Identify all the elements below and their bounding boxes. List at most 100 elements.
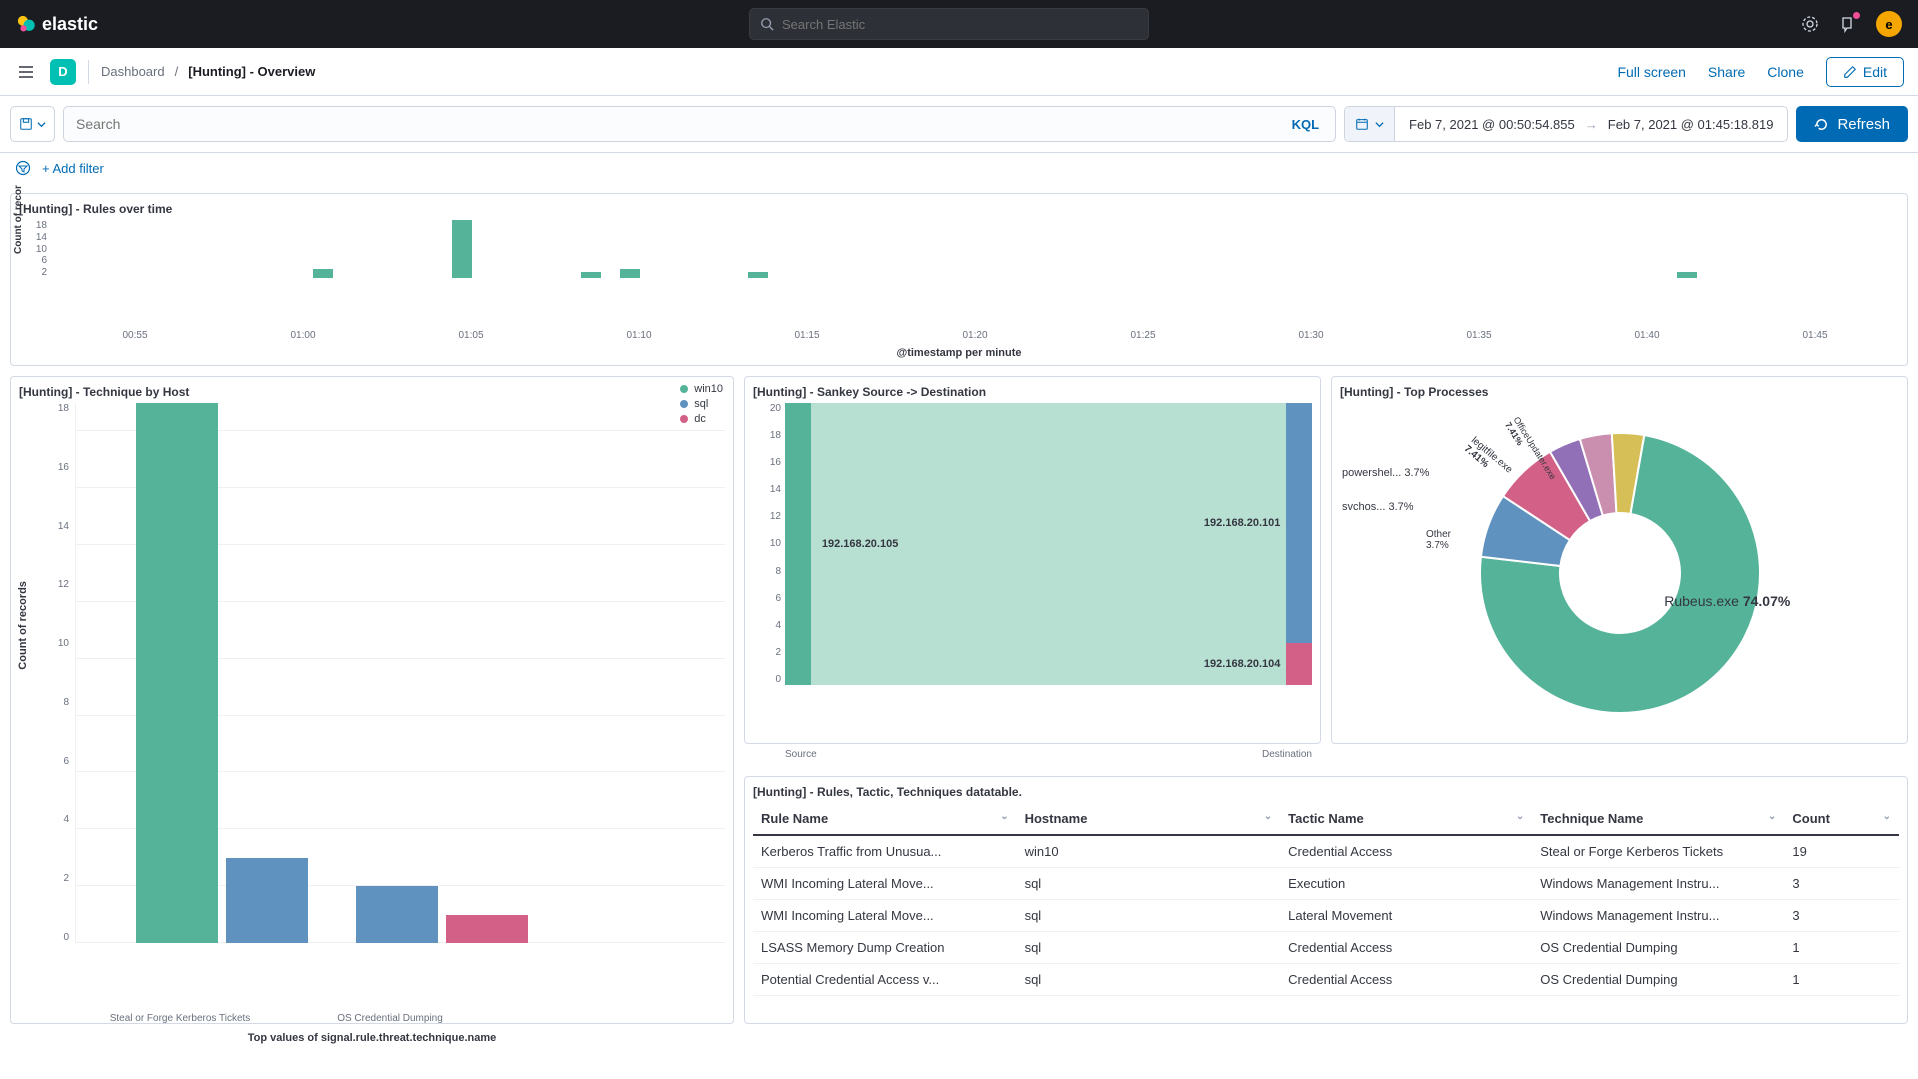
saved-query-menu[interactable] — [10, 106, 55, 142]
date-range-display[interactable]: Feb 7, 2021 @ 00:50:54.855 → Feb 7, 2021… — [1395, 117, 1787, 132]
filter-bar: + Add filter — [0, 153, 1918, 187]
table-row[interactable]: Potential Credential Access v...sqlCrede… — [753, 963, 1899, 995]
sankey-dest-label: 192.168.20.101 — [1204, 517, 1280, 529]
table-cell: Potential Credential Access v... — [753, 963, 1017, 995]
date-quick-menu[interactable] — [1345, 107, 1395, 141]
sankey-dest-label: 192.168.20.104 — [1204, 658, 1280, 670]
chart-bar — [1677, 272, 1697, 278]
panel-title: [Hunting] - Sankey Source -> Destination — [753, 385, 1312, 399]
panel-sankey: [Hunting] - Sankey Source -> Destination… — [744, 376, 1321, 744]
table-header[interactable]: Tactic Name⌄ — [1280, 803, 1532, 835]
table-header[interactable]: Count⌄ — [1784, 803, 1899, 835]
edit-button[interactable]: Edit — [1826, 57, 1904, 87]
table-cell: OS Credential Dumping — [1532, 963, 1784, 995]
x-axis-title: @timestamp per minute — [19, 347, 1899, 359]
search-icon — [760, 17, 774, 31]
legend-item[interactable]: win10 — [680, 383, 723, 395]
refresh-button[interactable]: Refresh — [1796, 106, 1908, 142]
share-button[interactable]: Share — [1708, 64, 1745, 80]
table-cell: LSASS Memory Dump Creation — [753, 931, 1017, 963]
chart-bar — [748, 272, 768, 278]
table-row[interactable]: WMI Incoming Lateral Move...sqlExecution… — [753, 867, 1899, 899]
global-header: elastic e — [0, 0, 1918, 48]
date-to: Feb 7, 2021 @ 01:45:18.819 — [1608, 117, 1774, 132]
edit-label: Edit — [1863, 64, 1887, 80]
panel-title: [Hunting] - Rules over time — [19, 202, 1899, 216]
top-processes-chart: Rubeus.exe 74.07%powershel... 3.7%svchos… — [1340, 403, 1899, 743]
space-selector[interactable]: D — [50, 59, 76, 85]
nav-toggle-icon[interactable] — [14, 60, 38, 84]
table-row[interactable]: Kerberos Traffic from Unusua...win10Cred… — [753, 835, 1899, 868]
full-screen-button[interactable]: Full screen — [1617, 64, 1685, 80]
date-picker[interactable]: Feb 7, 2021 @ 00:50:54.855 → Feb 7, 2021… — [1344, 106, 1788, 142]
newsfeed-icon[interactable] — [1838, 14, 1858, 34]
table-cell: WMI Incoming Lateral Move... — [753, 899, 1017, 931]
sankey-source-label: Source — [785, 749, 817, 760]
refresh-icon — [1814, 117, 1829, 132]
table-row[interactable]: LSASS Memory Dump CreationsqlCredential … — [753, 931, 1899, 963]
breadcrumb-root[interactable]: Dashboard — [101, 64, 165, 79]
table-header[interactable]: Rule Name⌄ — [753, 803, 1017, 835]
panel-title: [Hunting] - Rules, Tactic, Techniques da… — [753, 785, 1899, 799]
filter-options-icon[interactable] — [14, 159, 32, 177]
table-cell: Lateral Movement — [1280, 899, 1532, 931]
table-cell: Kerberos Traffic from Unusua... — [753, 835, 1017, 868]
panel-title: [Hunting] - Top Processes — [1340, 385, 1899, 399]
table-cell: WMI Incoming Lateral Move... — [753, 867, 1017, 899]
table-cell: Execution — [1280, 867, 1532, 899]
panel-top-processes: [Hunting] - Top Processes Rubeus.exe 74.… — [1331, 376, 1908, 744]
disk-icon — [19, 117, 33, 131]
chart-bar — [446, 915, 528, 943]
panel-technique-by-host: [Hunting] - Technique by Host win10sqldc… — [10, 376, 734, 1024]
table-cell: sql — [1017, 963, 1281, 995]
table-cell: Steal or Forge Kerberos Tickets — [1532, 835, 1784, 868]
table-cell: 19 — [1784, 835, 1899, 868]
table-header[interactable]: Technique Name⌄ — [1532, 803, 1784, 835]
date-from: Feb 7, 2021 @ 00:50:54.855 — [1409, 117, 1575, 132]
divider — [88, 60, 89, 84]
breadcrumb-current: [Hunting] - Overview — [188, 64, 315, 79]
table-header[interactable]: Hostname⌄ — [1017, 803, 1281, 835]
brand-logo[interactable]: elastic — [16, 14, 98, 35]
chart-bar — [452, 220, 472, 278]
refresh-label: Refresh — [1837, 116, 1890, 133]
panel-title: [Hunting] - Technique by Host — [19, 385, 725, 399]
table-cell: Credential Access — [1280, 835, 1532, 868]
query-bar: KQL Feb 7, 2021 @ 00:50:54.855 → Feb 7, … — [0, 96, 1918, 153]
y-axis-title: Count of recor — [13, 185, 24, 254]
chart-bar — [581, 272, 601, 278]
chart-bar — [313, 269, 333, 278]
calendar-icon — [1355, 117, 1369, 131]
sankey-source-label: 192.168.20.105 — [822, 538, 898, 550]
breadcrumb: Dashboard / [Hunting] - Overview — [101, 64, 315, 79]
table-cell: 3 — [1784, 867, 1899, 899]
donut-main-label: Rubeus.exe 74.07% — [1664, 593, 1790, 609]
y-axis-title: Count of records — [17, 581, 29, 670]
query-input-wrap[interactable]: KQL — [63, 106, 1336, 142]
sankey-chart: 02468101214161820 192.168.20.101192.168.… — [753, 403, 1312, 743]
x-axis-title: Top values of signal.rule.threat.techniq… — [19, 1032, 725, 1044]
clone-button[interactable]: Clone — [1767, 64, 1804, 80]
kql-toggle[interactable]: KQL — [1288, 117, 1323, 132]
global-search-input[interactable] — [782, 17, 1138, 32]
table-row[interactable]: WMI Incoming Lateral Move...sqlLateral M… — [753, 899, 1899, 931]
chevron-down-icon — [37, 120, 46, 129]
donut-side-label: svchos... 3.7% — [1342, 501, 1414, 513]
chevron-down-icon — [1375, 120, 1384, 129]
query-input[interactable] — [76, 116, 1288, 132]
help-icon[interactable] — [1800, 14, 1820, 34]
rules-table: Rule Name⌄Hostname⌄Tactic Name⌄Technique… — [753, 803, 1899, 996]
table-cell: OS Credential Dumping — [1532, 931, 1784, 963]
user-avatar[interactable]: e — [1876, 11, 1902, 37]
table-cell: sql — [1017, 867, 1281, 899]
donut-side-label: Other3.7% — [1426, 529, 1451, 551]
add-filter-button[interactable]: + Add filter — [42, 161, 104, 176]
app-header: D Dashboard / [Hunting] - Overview Full … — [0, 48, 1918, 96]
panel-rules-over-time: [Hunting] - Rules over time Count of rec… — [10, 193, 1908, 366]
breadcrumb-sep: / — [175, 64, 179, 79]
pencil-icon — [1843, 65, 1857, 79]
notification-dot-icon — [1853, 12, 1860, 19]
table-cell: win10 — [1017, 835, 1281, 868]
table-cell: Windows Management Instru... — [1532, 899, 1784, 931]
global-search[interactable] — [749, 8, 1149, 40]
